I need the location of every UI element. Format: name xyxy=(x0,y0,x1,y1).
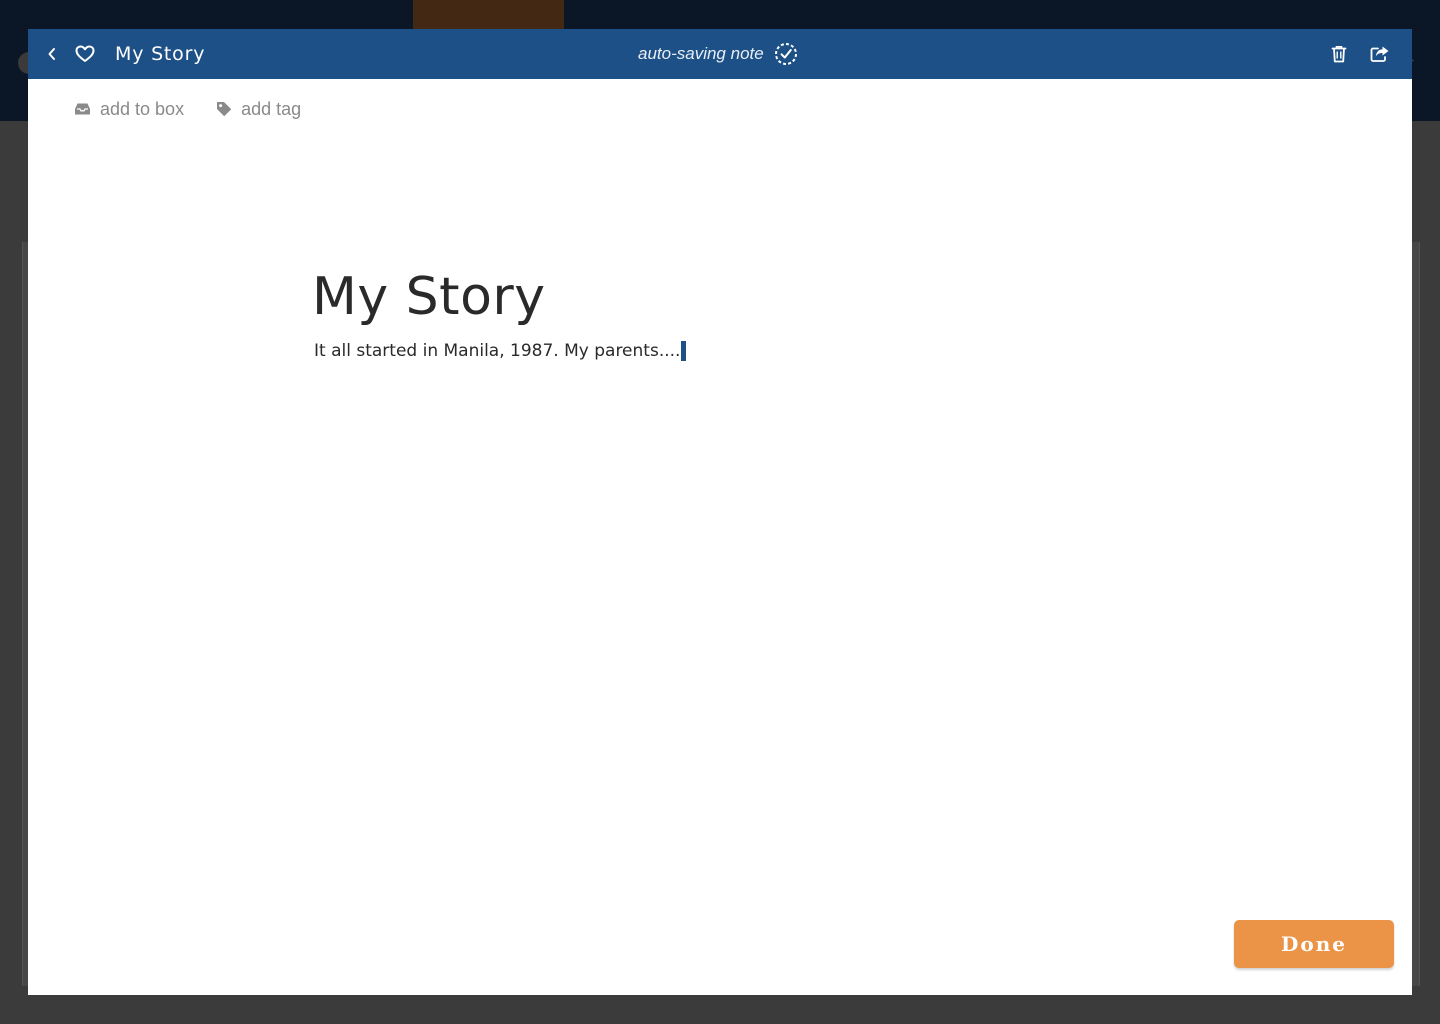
autosave-status-text: auto-saving note xyxy=(638,44,764,63)
add-to-box-label: add to box xyxy=(100,98,185,119)
trash-icon xyxy=(1331,46,1347,63)
heart-icon xyxy=(75,45,95,62)
document-body[interactable]: It all started in Manila, 1987. My paren… xyxy=(314,341,1212,361)
chevron-left-icon xyxy=(48,48,55,60)
back-button[interactable] xyxy=(42,29,62,79)
modal-header: My Story auto-saving note xyxy=(28,29,1412,79)
done-button[interactable]: Done xyxy=(1234,920,1394,968)
autosave-status: auto-saving note xyxy=(638,42,798,66)
share-icon xyxy=(1370,46,1389,62)
background-active-tab xyxy=(413,0,564,30)
save-check-icon xyxy=(774,43,797,65)
document-title[interactable]: My Story xyxy=(312,265,1212,329)
note-meta-bar: add to box add tag xyxy=(74,96,301,122)
note-title: My Story xyxy=(115,43,206,65)
add-tag-label: add tag xyxy=(241,98,302,119)
note-editor-modal: My Story auto-saving note add to box add… xyxy=(28,29,1412,995)
add-to-box-button[interactable]: add to box xyxy=(74,99,184,120)
document-body-text: It all started in Manila, 1987. My paren… xyxy=(314,341,681,361)
add-tag-button[interactable]: add tag xyxy=(216,99,301,120)
inbox-icon xyxy=(75,103,90,115)
share-note-button[interactable] xyxy=(1368,29,1392,79)
tag-icon xyxy=(217,102,232,117)
delete-note-button[interactable] xyxy=(1328,29,1350,79)
favorite-button[interactable] xyxy=(72,29,98,79)
text-cursor xyxy=(681,341,687,361)
note-editor[interactable]: My Story It all started in Manila, 1987.… xyxy=(312,265,1212,361)
